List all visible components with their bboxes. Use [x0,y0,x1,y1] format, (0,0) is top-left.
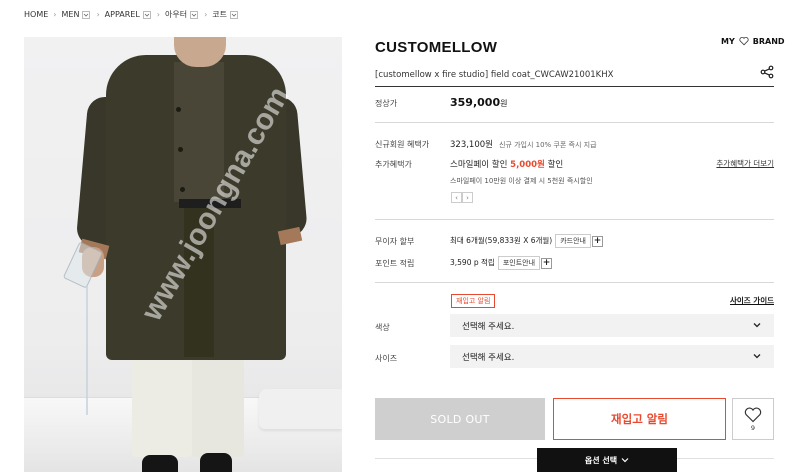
breadcrumb-outer[interactable]: 아우터 [165,9,202,20]
price-value: 359,000원 [450,96,507,109]
size-guide-link[interactable]: 사이즈 가이드 [730,295,774,306]
price-unit: 원 [500,99,508,108]
member-price-label: 신규회원 혜택가 [375,140,430,149]
card-info-button[interactable]: 카드안내 [555,234,591,248]
points-value: 3,590 p 적립 [450,258,495,267]
breadcrumb-coat[interactable]: 코트 [212,9,242,20]
chevron-right-icon: › [53,10,57,19]
photo-cuff-right [277,226,303,246]
photo-shoe-right [200,453,232,472]
extra-benefit-amount: 5,000원 [510,160,545,170]
installment-label: 무이자 할부 [375,237,415,246]
size-label: 사이즈 [375,354,398,363]
points-label: 포인트 적립 [375,259,415,268]
extra-benefit-more-link[interactable]: 추가혜택가 더보기 [716,158,774,169]
photo-coat-button [178,147,183,152]
wishlist-count: 9 [750,423,756,432]
member-price-note: 신규 가입시 10% 쿠폰 즉시 지급 [498,141,597,149]
photo-coat-button [180,187,185,192]
breadcrumb-home[interactable]: HOME [24,10,51,19]
breadcrumb-men[interactable]: MEN [61,10,94,19]
chevron-right-icon: › [156,10,160,19]
chevron-down-icon [753,323,761,328]
chevron-down-icon[interactable] [142,10,151,19]
installment-value: 최대 6개월(59,833원 X 6개월) [450,236,553,245]
restock-alert-button[interactable]: 재입고 알림 [553,398,726,440]
points-plus-button[interactable]: + [541,258,553,269]
breadcrumb-label: 아우터 [165,10,188,19]
breadcrumb-label: HOME [24,10,49,19]
installment: 최대 6개월(59,833원 X 6개월) 카드안내 + [450,234,603,248]
heart-icon [744,407,762,422]
share-icon[interactable] [760,65,774,79]
installment-plus-button[interactable]: + [592,236,603,247]
product-name: [customellow x fire studio] field coat_C… [375,70,614,80]
chevron-down-icon [753,354,761,359]
color-select-value: 선택해 주세요. [462,321,515,332]
extra-benefit-label: 추가혜택가 [375,160,412,169]
chevron-right-icon: › [96,10,100,19]
size-select-value: 선택해 주세요. [462,352,515,363]
points-info-button[interactable]: 포인트안내 [497,256,541,270]
brand-label: BRAND [752,36,785,46]
member-price-value: 323,100원 [450,140,493,150]
chevron-right-icon: › [204,10,208,19]
color-label: 색상 [375,323,390,332]
color-select[interactable]: 선택해 주세요. [450,314,774,337]
my-brand-link[interactable]: MY BRAND [721,36,785,46]
divider [375,282,774,283]
extra-benefit-post: 할인 [544,160,564,170]
divider [375,86,774,87]
pager-prev-button[interactable]: ‹ [451,192,462,203]
breadcrumb-label: MEN [61,10,80,19]
photo-coat-button [176,107,181,112]
heart-icon [739,36,749,46]
chevron-down-icon[interactable] [190,10,199,19]
extra-benefit-pre: 스마일페이 할인 [450,160,511,170]
size-select[interactable]: 선택해 주세요. [450,345,774,368]
divider [375,122,774,123]
photo-mattress-fold [259,389,342,429]
my-label: MY [721,36,735,46]
extra-benefit: 스마일페이 할인 5,000원 할인 [450,158,563,170]
wishlist-button[interactable]: 9 [732,398,774,440]
member-price: 323,100원 신규 가입시 10% 쿠폰 즉시 지급 [450,138,597,150]
photo-water [86,285,88,415]
price-label: 정상가 [375,99,398,108]
benefit-pager: ‹ › [451,192,473,203]
pager-next-button[interactable]: › [462,192,473,203]
option-select-label: 옵션 선택 [584,455,618,465]
divider [375,219,774,220]
extra-benefit-note: 스마일페이 10만원 이상 결제 시 5천원 즉시할인 [450,177,593,185]
chevron-down-icon[interactable] [230,10,239,19]
restock-tag: 재입고 알림 [451,294,496,308]
breadcrumb-apparel[interactable]: APPAREL [105,10,155,19]
chevron-down-icon [621,458,629,463]
product-image[interactable]: www.joongna.com [24,37,342,472]
option-select-tab[interactable]: 옵션 선택 [537,448,677,472]
breadcrumb-label: APPAREL [104,10,140,19]
price-number: 359,000 [450,96,501,109]
breadcrumb-label: 코트 [212,10,228,19]
chevron-down-icon[interactable] [82,10,91,19]
photo-shoe-left [142,455,178,472]
brand-name[interactable]: CUSTOMELLOW [375,39,497,56]
breadcrumb: HOME › MEN › APPAREL › 아우터 › 코트 [24,9,242,20]
points: 3,590 p 적립 포인트안내 + [450,256,553,270]
sold-out-button: SOLD OUT [375,398,545,440]
